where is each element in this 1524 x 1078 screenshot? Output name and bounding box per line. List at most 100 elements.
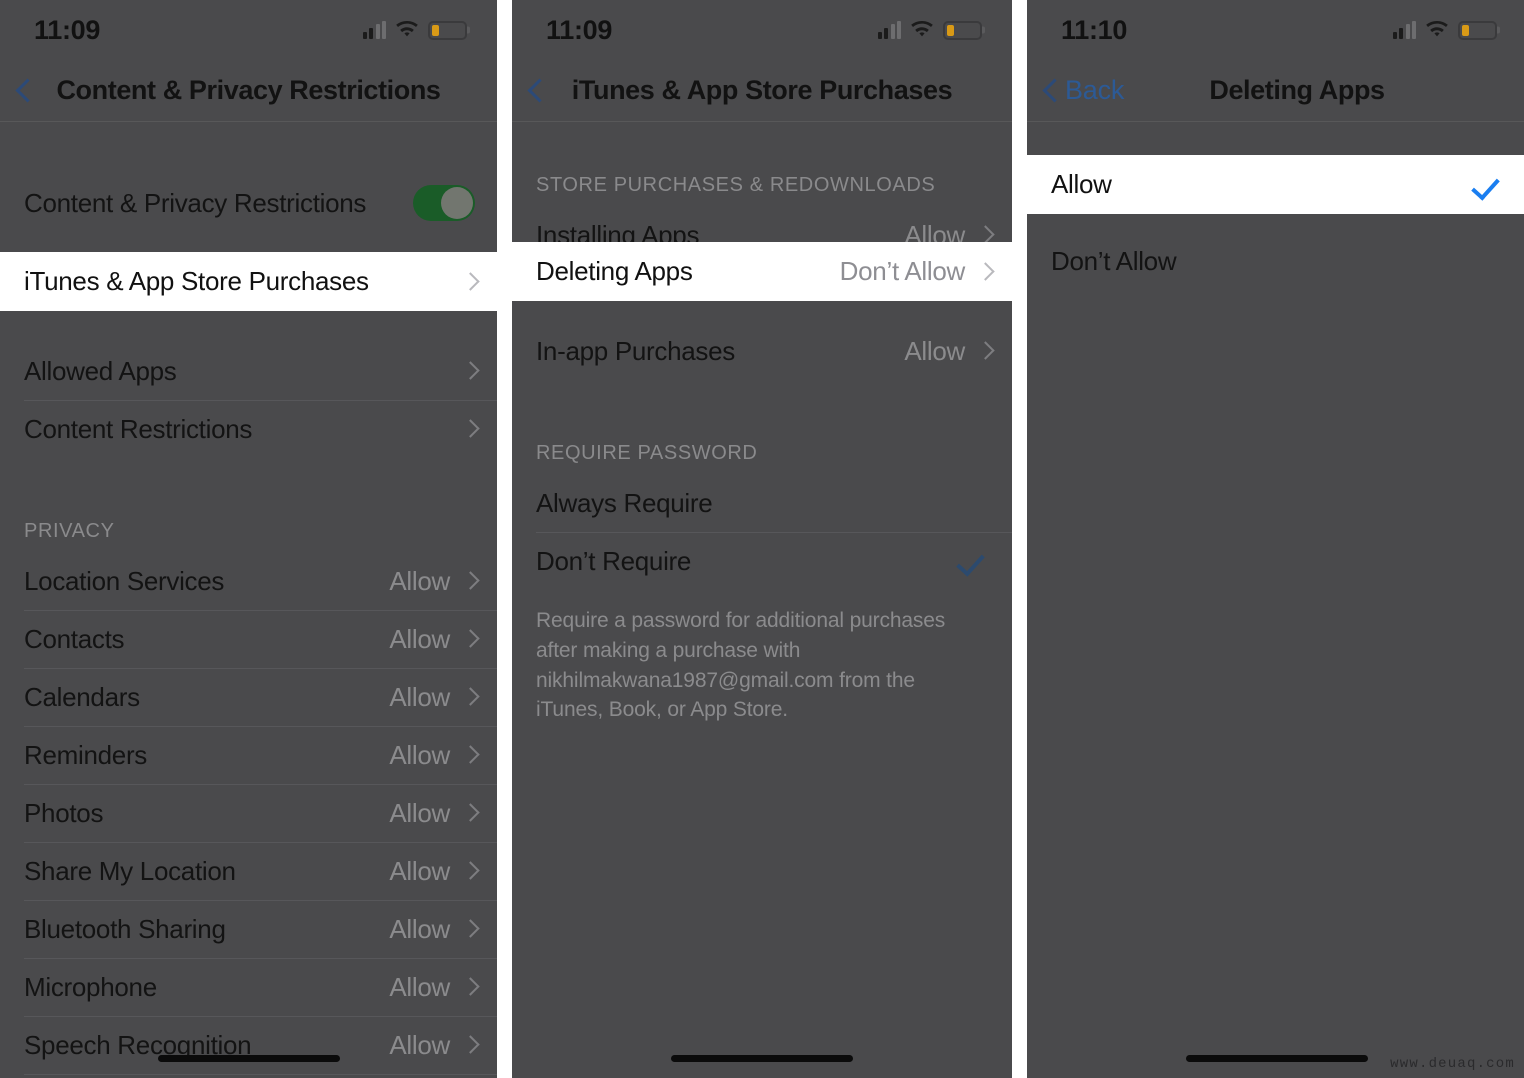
row-always-require[interactable]: Always Require — [512, 474, 1012, 532]
row-label: Photos — [24, 797, 104, 828]
row-label: Don’t Allow — [1051, 245, 1177, 276]
row-advertising[interactable]: Advertising Allow — [0, 1074, 497, 1078]
home-indicator — [157, 1055, 340, 1062]
row-value: Allow — [389, 913, 450, 944]
section-header-require-password: REQUIRE PASSWORD — [536, 442, 758, 464]
row-label: Don’t Require — [536, 545, 692, 576]
back-button[interactable]: Back — [1027, 75, 1124, 106]
row-photos[interactable]: Photos Allow — [0, 784, 497, 842]
section-header-privacy: PRIVACY — [24, 520, 115, 542]
row-speech-recognition[interactable]: Speech Recognition Allow — [0, 1016, 497, 1074]
content-privacy-toggle[interactable] — [413, 185, 475, 221]
panel-gap-2 — [1012, 0, 1027, 1078]
row-share-my-location[interactable]: Share My Location Allow — [0, 842, 497, 900]
deleting-apps-options-group: Don’t Allow — [1027, 232, 1524, 290]
row-content-restrictions[interactable]: Content Restrictions — [0, 400, 497, 458]
chevron-right-icon — [464, 919, 475, 939]
back-button[interactable] — [0, 78, 38, 104]
row-label: Location Services — [24, 565, 225, 596]
checkmark-icon — [1471, 173, 1501, 197]
chevron-right-icon — [464, 571, 475, 591]
chevron-right-icon — [464, 419, 475, 439]
row-label: Share My Location — [24, 855, 236, 886]
wifi-icon — [910, 21, 934, 39]
page-title: Content & Privacy Restrictions — [56, 75, 441, 105]
row-contacts[interactable]: Contacts Allow — [0, 610, 497, 668]
store-purchases-group-bottom: In-app Purchases Allow — [512, 322, 1012, 380]
row-in-app-purchases[interactable]: In-app Purchases Allow — [512, 322, 1012, 380]
row-label: Microphone — [24, 971, 157, 1002]
row-label: Allow — [1051, 169, 1112, 199]
chevron-right-icon — [464, 861, 475, 881]
chevron-right-icon — [464, 629, 475, 649]
status-icons — [362, 20, 467, 40]
status-bar-2: 11:09 — [512, 0, 1012, 60]
row-allow-highlighted[interactable]: Allow — [1027, 155, 1524, 214]
page-title: iTunes & App Store Purchases — [571, 75, 953, 105]
panel-gap-1 — [497, 0, 512, 1078]
row-calendars[interactable]: Calendars Allow — [0, 668, 497, 726]
nav-bar-2: iTunes & App Store Purchases — [512, 60, 1012, 122]
row-label: Calendars — [24, 681, 140, 712]
row-label: Content & Privacy Restrictions — [24, 187, 367, 218]
chevron-right-icon — [464, 272, 475, 292]
wifi-icon — [395, 21, 419, 39]
row-itunes-app-store-purchases-highlighted[interactable]: iTunes & App Store Purchases — [0, 252, 497, 311]
row-content-privacy-restrictions-toggle[interactable]: Content & Privacy Restrictions — [0, 174, 497, 232]
panel-content-privacy-restrictions: 11:09 Content & Privacy Restrictions Con… — [0, 0, 497, 1078]
back-button[interactable] — [512, 78, 550, 104]
status-bar-3: 11:10 — [1027, 0, 1524, 60]
status-clock: 11:10 — [1061, 14, 1128, 45]
panel-itunes-app-store-purchases: 11:09 iTunes & App Store Purchases STORE — [512, 0, 1012, 1078]
chevron-right-icon — [979, 341, 990, 361]
status-icons — [877, 20, 982, 40]
row-reminders[interactable]: Reminders Allow — [0, 726, 497, 784]
row-value: Allow — [904, 335, 965, 366]
row-deleting-apps-highlighted[interactable]: Deleting Apps Don’t Allow — [512, 242, 1012, 301]
row-value: Allow — [389, 971, 450, 1002]
row-value: Don’t Allow — [839, 256, 966, 286]
row-label: Always Require — [536, 487, 713, 518]
battery-low-icon — [1458, 20, 1497, 40]
require-password-group: Always Require Don’t Require — [512, 474, 1012, 590]
row-value: Allow — [389, 1029, 450, 1060]
battery-low-icon — [943, 20, 982, 40]
row-label: iTunes & App Store Purchases — [24, 266, 369, 296]
chevron-left-icon — [1043, 78, 1058, 104]
status-bar-1: 11:09 — [0, 0, 497, 60]
chevron-left-icon — [16, 78, 31, 104]
chevron-left-icon — [528, 78, 543, 104]
wifi-icon — [1425, 21, 1449, 39]
row-dont-allow[interactable]: Don’t Allow — [1027, 232, 1524, 290]
nav-bar-3: Back Deleting Apps — [1027, 60, 1524, 122]
checkmark-icon — [956, 549, 986, 573]
restriction-links-group: Allowed Apps Content Restrictions — [0, 342, 497, 458]
privacy-group: Location Services Allow Contacts Allow C… — [0, 552, 497, 1078]
row-bluetooth-sharing[interactable]: Bluetooth Sharing Allow — [0, 900, 497, 958]
back-button-label: Back — [1065, 75, 1125, 105]
row-dont-require[interactable]: Don’t Require — [512, 532, 1012, 590]
row-location-services[interactable]: Location Services Allow — [0, 552, 497, 610]
row-value: Allow — [389, 565, 450, 596]
row-label: In-app Purchases — [536, 335, 735, 366]
row-label: Reminders — [24, 739, 148, 770]
cellular-signal-icon — [1392, 21, 1416, 39]
watermark: www.deuaq.com — [1390, 1056, 1515, 1072]
chevron-right-icon — [464, 803, 475, 823]
toggle-knob — [441, 187, 473, 219]
three-panel-screenshot-strip: 11:09 Content & Privacy Restrictions Con… — [0, 0, 1524, 1078]
row-label: Deleting Apps — [536, 256, 693, 286]
row-label: Contacts — [24, 623, 125, 654]
cellular-signal-icon — [362, 21, 386, 39]
row-value: Allow — [389, 681, 450, 712]
chevron-right-icon — [464, 977, 475, 997]
row-value: Allow — [389, 797, 450, 828]
cellular-signal-icon — [877, 21, 901, 39]
home-indicator — [671, 1055, 853, 1062]
row-microphone[interactable]: Microphone Allow — [0, 958, 497, 1016]
chevron-right-icon — [979, 262, 990, 282]
row-value: Allow — [389, 623, 450, 654]
row-allowed-apps[interactable]: Allowed Apps — [0, 342, 497, 400]
section-header-store-purchases: STORE PURCHASES & REDOWNLOADS — [536, 174, 936, 196]
chevron-right-icon — [464, 745, 475, 765]
